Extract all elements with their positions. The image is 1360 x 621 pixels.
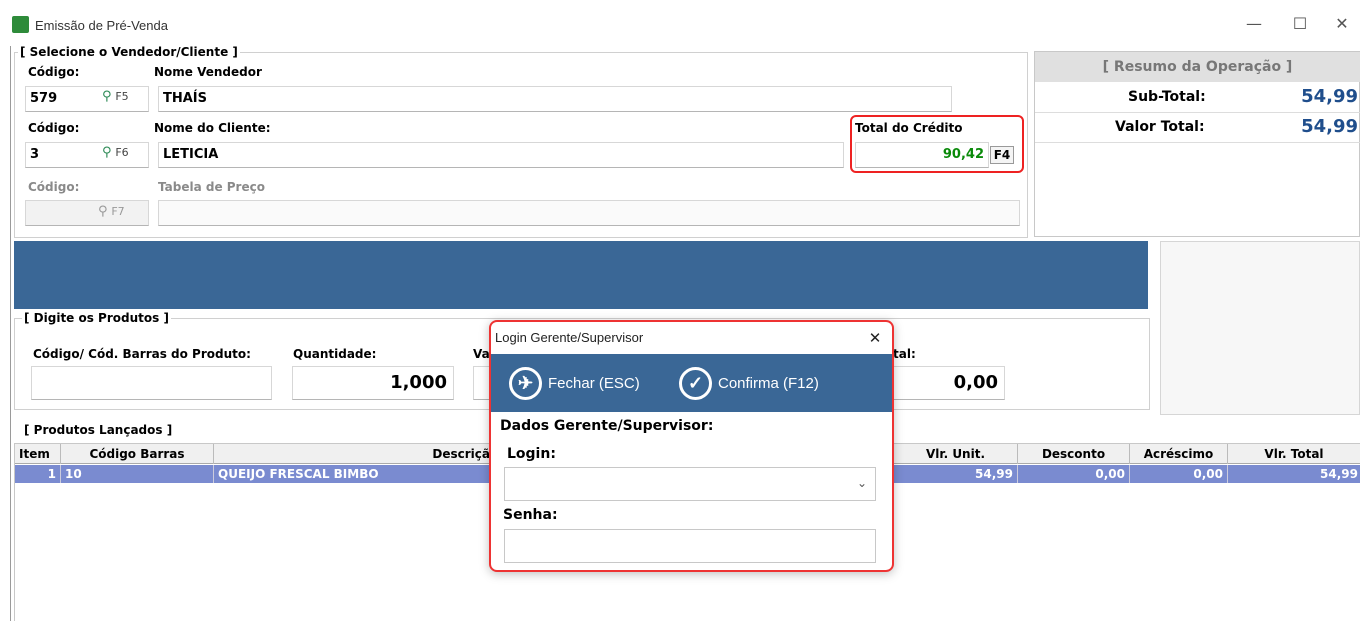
vendor-name-field[interactable]: THAÍS [158,86,952,112]
person-search-icon: ⚲ [102,89,112,104]
dialog-section-title: Dados Gerente/Supervisor: [500,418,714,434]
dialog-confirma-button[interactable]: ✓ Confirma (F12) [679,365,819,401]
vendor-fkey: F5 [115,90,129,103]
barcode-label: Código/ Cód. Barras do Produto: [33,347,251,361]
entry-total-value: 0,00 [953,372,998,393]
login-select[interactable]: ⌄ [504,467,876,501]
total-label: Valor Total: [1115,119,1205,135]
credit-label: Total do Crédito [855,121,963,135]
col-header-unit-price[interactable]: Vlr. Unit. [894,444,1018,464]
row-unit-price: 54,99 [894,465,1018,483]
row-description: QUEIJO FRESCAL BIMBO [218,467,379,481]
col-header-discount[interactable]: Desconto [1018,444,1130,464]
col-header-item[interactable]: Item [15,444,61,464]
login-label: Login: [507,446,556,462]
resumo-divider [1035,112,1360,113]
maximize-button[interactable]: ☐ [1290,14,1310,34]
login-dialog: Login Gerente/Supervisor ✕ ✈ Fechar (ESC… [489,320,894,572]
vendor-search-button[interactable]: ⚲ F5 [102,89,129,104]
person-search-icon: ⚲ [98,204,108,219]
credit-value-field[interactable]: 90,42 [855,142,989,168]
col-header-addition[interactable]: Acréscimo [1130,444,1228,464]
confirma-label: Confirma (F12) [718,374,819,392]
vendor-name-label: Nome Vendedor [154,65,262,79]
client-fkey: F6 [115,146,129,159]
price-table-search-button: ⚲ F7 [98,204,125,219]
password-label: Senha: [503,507,558,523]
client-code-value: 3 [30,147,40,162]
cancel-plane-icon: ✈ [509,366,542,400]
col-header-barcode[interactable]: Código Barras [61,444,214,464]
col-header-description[interactable]: Descriçã [214,444,492,464]
row-barcode: 10 [61,465,214,483]
client-search-button[interactable]: ⚲ F6 [102,145,129,160]
vendor-code-field[interactable]: 579 [25,86,149,112]
minimize-button[interactable]: — [1244,14,1264,34]
price-table-code-field [25,200,149,226]
price-table-fkey: F7 [111,205,125,218]
unit-value-label: Va [473,347,490,361]
check-icon: ✓ [679,366,712,400]
barcode-input[interactable] [31,366,272,400]
dialog-fechar-button[interactable]: ✈ Fechar (ESC) [509,365,640,401]
subtotal-value: 54,99 [1301,86,1358,107]
vendor-name-value: THAÍS [163,91,208,106]
dialog-close-icon[interactable]: ✕ [865,328,885,348]
person-search-icon: ⚲ [102,145,112,160]
product-display-band [14,241,1148,309]
total-value: 54,99 [1301,116,1358,137]
quantity-value: 1,000 [390,372,447,393]
products-entry-title: [ Digite os Produtos ] [22,311,171,325]
client-name-field[interactable]: LETICIA [158,142,844,168]
price-table-name-label: Tabela de Preço [158,180,265,194]
price-table-name-field [158,200,1020,226]
fechar-label: Fechar (ESC) [548,374,640,392]
vendor-code-label: Código: [28,65,80,79]
entry-total-field: 0,00 [893,366,1005,400]
entry-total-label: tal: [893,347,916,361]
dialog-title: Login Gerente/Supervisor [495,330,644,345]
row-addition: 0,00 [1130,465,1228,483]
password-field[interactable] [504,529,876,563]
products-list-title: [ Produtos Lançados ] [22,423,175,437]
vendor-client-group-title: [ Selecione o Vendedor/Cliente ] [18,45,240,59]
dialog-toolbar: ✈ Fechar (ESC) ✓ Confirma (F12) [491,354,892,412]
resumo-divider [1035,142,1360,143]
client-code-field[interactable]: 3 [25,142,149,168]
subtotal-label: Sub-Total: [1128,89,1206,105]
client-code-label: Código: [28,121,80,135]
col-header-total[interactable]: Vlr. Total [1228,444,1360,464]
title-bar: Emissão de Pré-Venda — ☐ ✕ [0,0,1360,46]
quantity-input[interactable]: 1,000 [292,366,454,400]
credit-value: 90,42 [942,147,984,162]
row-total: 54,99 [1320,467,1358,481]
close-window-button[interactable]: ✕ [1332,14,1352,34]
window-title: Emissão de Pré-Venda [35,18,168,33]
app-icon [12,16,29,33]
vendor-code-value: 579 [30,91,58,106]
credit-f4-button[interactable]: F4 [990,146,1014,164]
client-name-label: Nome do Cliente: [154,121,271,135]
window-left-border [10,46,11,621]
row-item: 1 [15,465,61,483]
chevron-down-icon: ⌄ [856,476,867,490]
quantity-label: Quantidade: [293,347,377,361]
price-table-code-label: Código: [28,180,80,194]
product-image-panel [1160,241,1360,415]
resumo-title: [ Resumo da Operação ] [1035,52,1360,82]
row-discount: 0,00 [1018,465,1130,483]
client-name-value: LETICIA [163,147,219,162]
